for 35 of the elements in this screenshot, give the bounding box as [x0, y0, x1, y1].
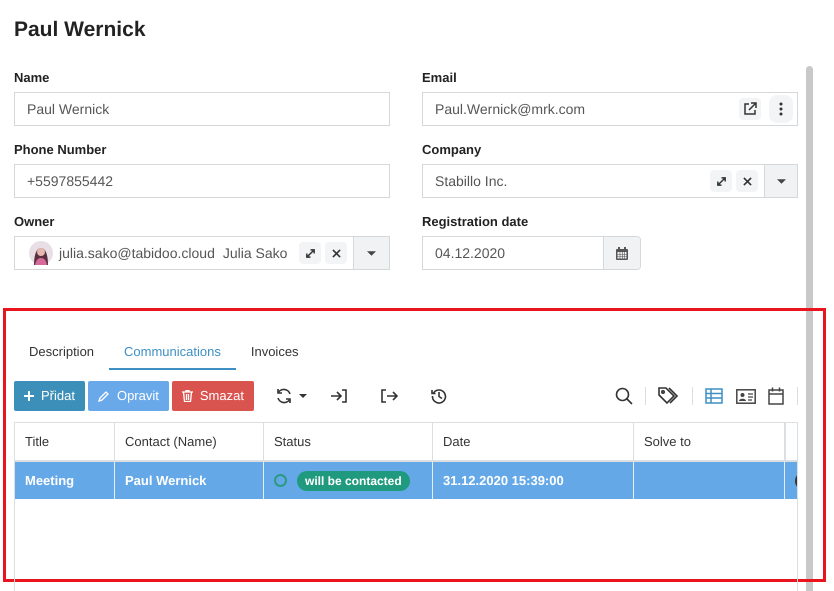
field-value: Paul Wernick [26, 100, 110, 118]
table-cell: Meeting [15, 462, 115, 499]
table-cell: Paul Wernick [115, 462, 264, 499]
field-label: Registration date [422, 213, 530, 230]
column-header[interactable]: Status [264, 423, 433, 460]
column-header[interactable]: Solve to [634, 423, 785, 460]
user-email: julia.sako@tabidoo.cloud [59, 244, 215, 263]
tab[interactable]: Communications [109, 336, 236, 370]
status-badge: will be contacted [297, 470, 410, 490]
delete-button[interactable]: Smazat [172, 381, 254, 411]
field-value: 04.12.2020 [434, 244, 506, 262]
field-label: Owner [14, 213, 56, 230]
input-field[interactable]: Paul Wernick [14, 92, 390, 126]
user-name: Julia Sako [222, 244, 288, 262]
tab[interactable]: Description [14, 336, 110, 370]
field-label: Email [422, 69, 458, 86]
field-value: Stabillo Inc. [434, 172, 508, 190]
table-row[interactable]: Meeting Paul Wernick will be contacted 31.12.2020 15:39:00 [15, 462, 797, 499]
add-button[interactable]: Přidat [14, 381, 85, 411]
column-header[interactable]: Date [433, 423, 634, 460]
table-cell: 31.12.2020 15:39:00 [433, 462, 634, 499]
page-title: Paul Wernick [14, 17, 146, 43]
input-field[interactable]: Paul.Wernick@mrk.com [422, 92, 798, 126]
date-field[interactable]: 04.12.2020 [422, 236, 641, 270]
input-field[interactable]: +5597855442 [14, 164, 390, 198]
field-label: Company [422, 141, 482, 158]
field-value: +5597855442 [26, 172, 114, 190]
field-value: Paul.Wernick@mrk.com [434, 100, 586, 118]
tab[interactable]: Invoices [236, 336, 314, 370]
column-header[interactable]: Title [15, 423, 115, 460]
field-label: Name [14, 69, 50, 86]
field-label: Phone Number [14, 141, 108, 158]
column-header[interactable]: Contact (Name) [115, 423, 264, 460]
lookup-field[interactable]: Stabillo Inc. [422, 164, 798, 198]
user-field[interactable]: julia.sako@tabidoo.cloud Julia Sako [14, 236, 390, 270]
